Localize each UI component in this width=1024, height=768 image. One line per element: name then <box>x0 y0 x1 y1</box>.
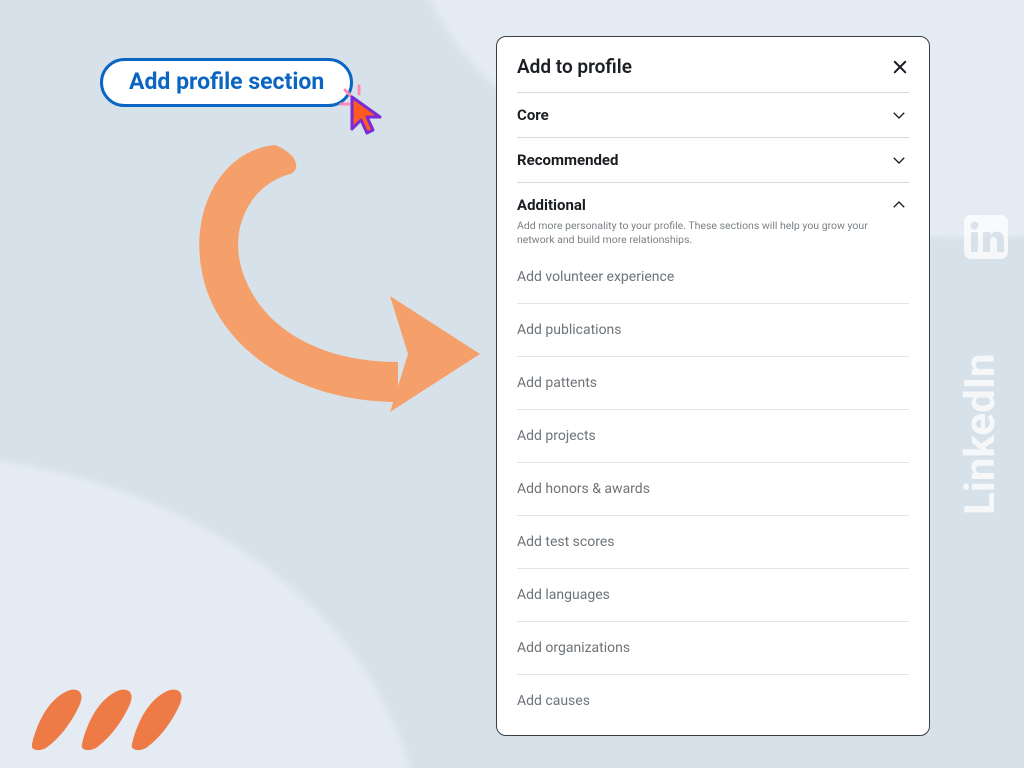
option-publications[interactable]: Add publications <box>517 304 909 357</box>
panel-title: Add to profile <box>517 55 632 78</box>
accordion-core-title: Core <box>517 106 549 124</box>
accordion-core[interactable]: Core <box>517 92 909 137</box>
option-organizations[interactable]: Add organizations <box>517 622 909 675</box>
option-test-scores[interactable]: Add test scores <box>517 516 909 569</box>
chevron-down-icon <box>889 105 909 125</box>
chevron-up-icon <box>889 195 909 215</box>
linkedin-watermark-text: LinkedIn <box>958 353 1005 515</box>
curved-arrow-icon <box>150 130 490 450</box>
panel-body: Core Recommended Additional Add more per… <box>497 92 929 727</box>
option-patents[interactable]: Add pattents <box>517 357 909 410</box>
add-profile-section-label: Add profile section <box>129 68 324 95</box>
option-projects[interactable]: Add projects <box>517 410 909 463</box>
close-button[interactable] <box>889 56 911 78</box>
option-causes[interactable]: Add causes <box>517 675 909 727</box>
linkedin-watermark: LinkedIn <box>958 215 1010 525</box>
accordion-recommended[interactable]: Recommended <box>517 137 909 182</box>
add-to-profile-panel: Add to profile Core Recommended Addition… <box>496 36 930 736</box>
accordion-additional-header[interactable]: Additional <box>517 195 909 215</box>
accordion-additional-title: Additional <box>517 196 586 214</box>
accordion-additional: Additional Add more personality to your … <box>517 182 909 727</box>
additional-options-list: Add volunteer experience Add publication… <box>517 257 909 727</box>
brand-slash-icon <box>32 688 192 752</box>
accordion-additional-description: Add more personality to your profile. Th… <box>517 219 897 247</box>
close-icon <box>891 58 909 76</box>
add-profile-section-button[interactable]: Add profile section <box>100 58 353 107</box>
accordion-recommended-title: Recommended <box>517 151 618 169</box>
option-volunteer-experience[interactable]: Add volunteer experience <box>517 257 909 304</box>
option-languages[interactable]: Add languages <box>517 569 909 622</box>
chevron-down-icon <box>889 150 909 170</box>
panel-header: Add to profile <box>497 37 929 92</box>
option-honors-awards[interactable]: Add honors & awards <box>517 463 909 516</box>
